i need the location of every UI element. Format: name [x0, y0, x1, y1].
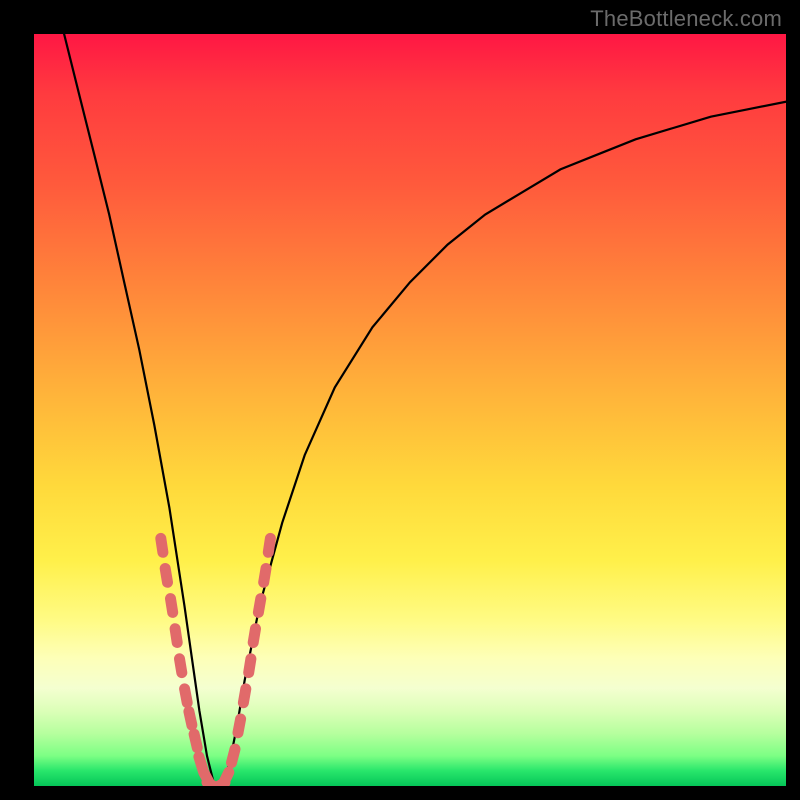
sample-marker [243, 689, 245, 703]
chart-frame: TheBottleneck.com [0, 0, 800, 800]
sample-marker [189, 712, 192, 726]
sample-marker [180, 659, 182, 673]
sample-marker [238, 719, 241, 733]
plot-area [34, 34, 786, 786]
sample-marker [194, 734, 197, 748]
curve-layer [34, 34, 786, 786]
sample-marker [223, 772, 229, 785]
sample-marker [161, 538, 163, 552]
sample-marker [253, 629, 255, 643]
sample-marker [264, 569, 266, 583]
marker-group [161, 538, 271, 786]
sample-marker [171, 599, 173, 613]
sample-marker [268, 538, 270, 552]
sample-marker [232, 749, 236, 763]
bottleneck-curve [64, 34, 786, 786]
sample-marker [185, 689, 188, 703]
sample-marker [249, 659, 251, 673]
watermark-text: TheBottleneck.com [590, 6, 782, 32]
sample-marker [258, 599, 260, 613]
sample-marker [165, 569, 167, 583]
sample-marker [175, 629, 177, 643]
